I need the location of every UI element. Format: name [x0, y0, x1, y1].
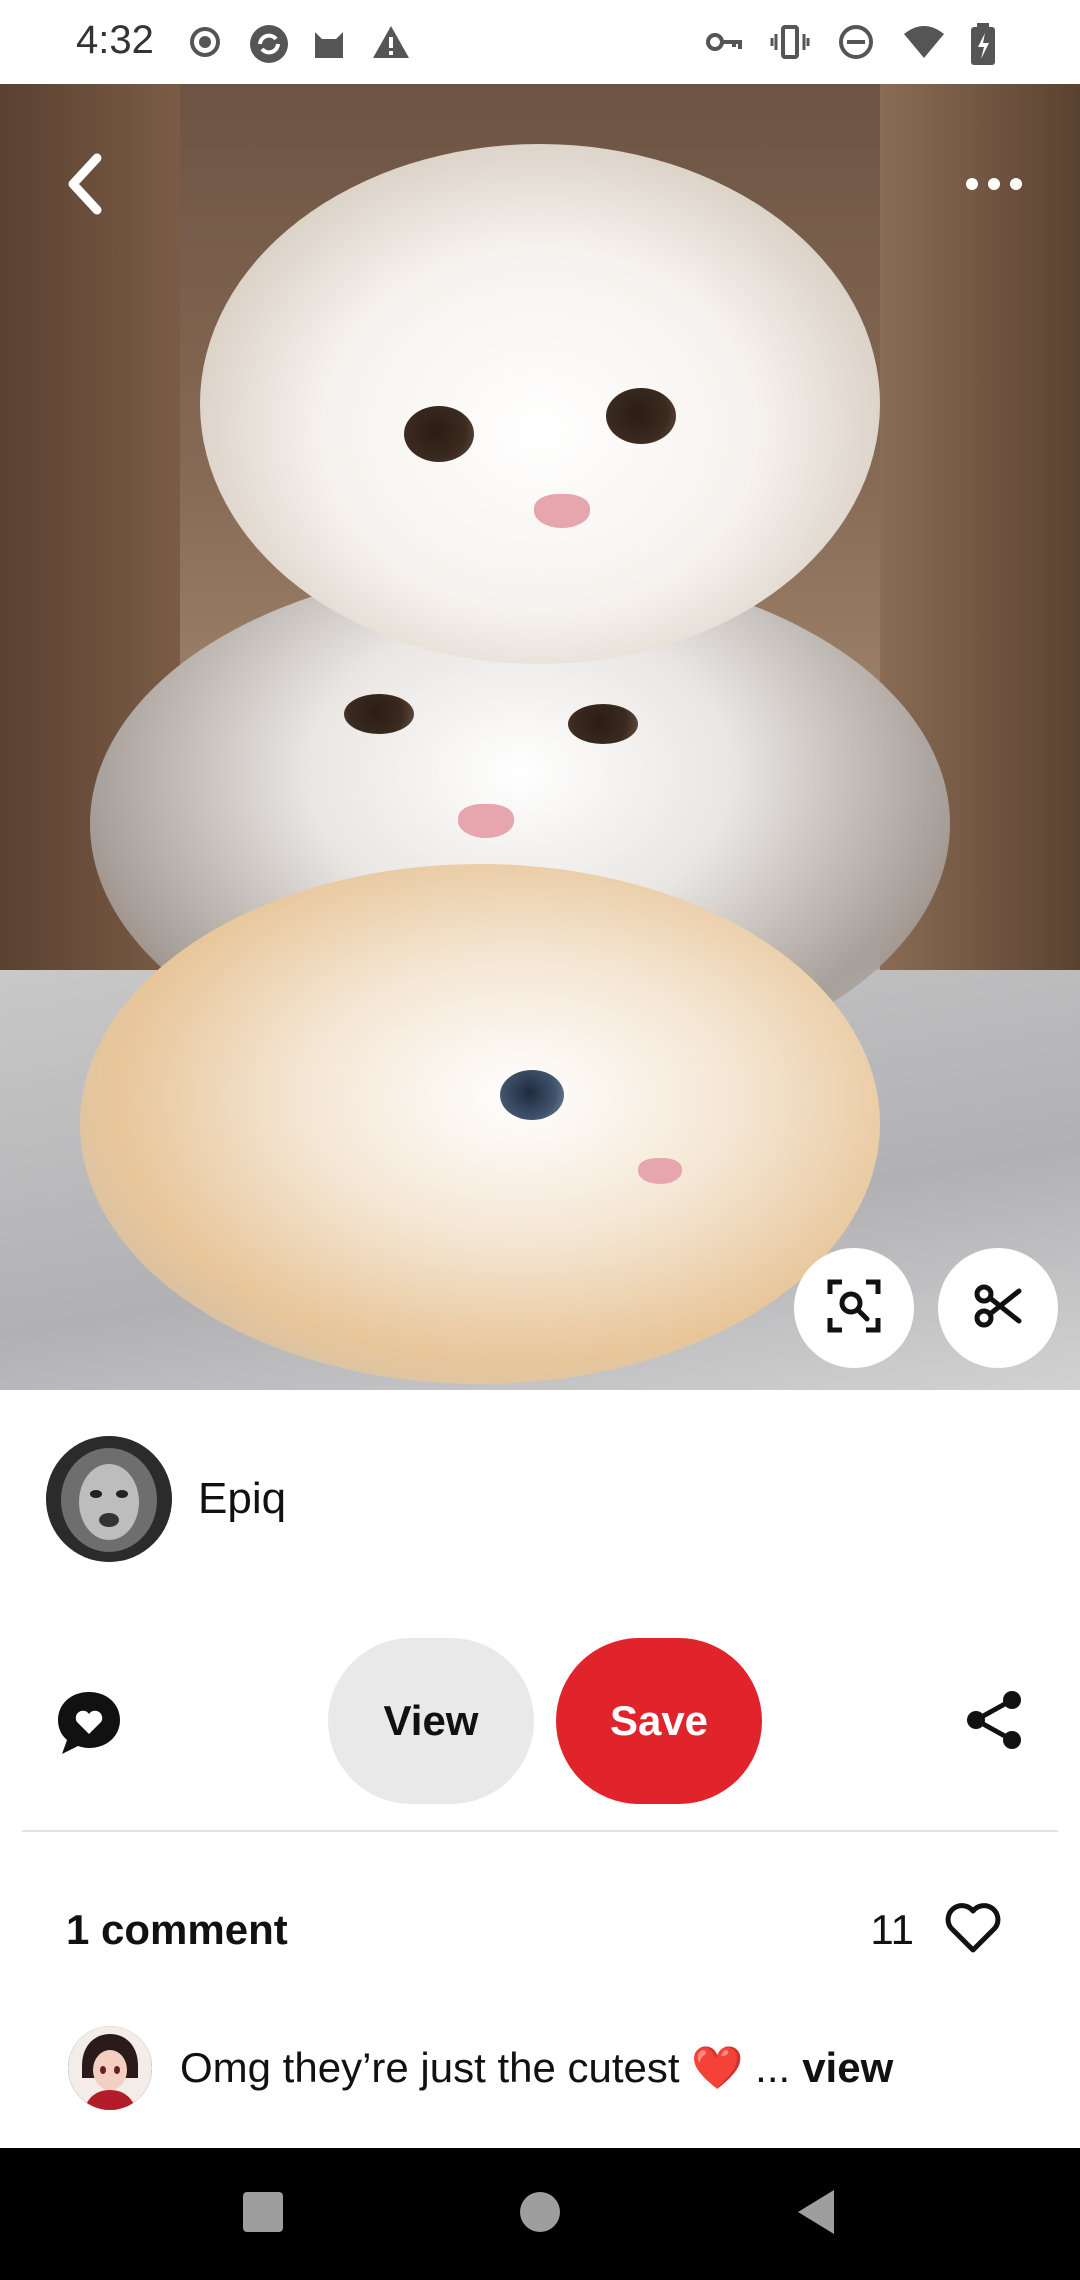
top-cat-nose: [534, 494, 590, 528]
chevron-left-icon: [61, 152, 111, 221]
likes: 11: [870, 1900, 1002, 1960]
visual-search-button[interactable]: [794, 1248, 914, 1368]
status-left-icons: [185, 18, 411, 66]
bottom-cat: [80, 864, 880, 1384]
status-right-icons: [704, 18, 1008, 66]
middle-cat-nose: [458, 804, 514, 838]
commenter-avatar[interactable]: [68, 2026, 152, 2110]
top-cat: [200, 144, 880, 664]
view-button[interactable]: View: [328, 1638, 534, 1804]
middle-cat-left-eye: [344, 694, 414, 734]
save-button[interactable]: Save: [556, 1638, 762, 1804]
comments-header: 1 comment 11: [66, 1900, 1016, 1960]
top-cat-left-eye: [404, 406, 474, 462]
scissors-icon: [973, 1281, 1023, 1336]
status-bar: 4:32: [0, 0, 1080, 84]
action-row: View Save: [0, 1638, 1080, 1804]
warning-icon: [371, 22, 411, 62]
back-icon: [794, 2188, 838, 2241]
nav-back-button[interactable]: [786, 2184, 846, 2244]
more-options-button[interactable]: [952, 144, 1036, 228]
middle-cat-right-eye: [568, 704, 638, 744]
home-button[interactable]: [510, 2184, 570, 2244]
recents-icon: [241, 2190, 285, 2239]
home-icon: [518, 2190, 562, 2239]
do-not-disturb-icon: [836, 22, 876, 62]
bottom-cat-eye: [500, 1070, 564, 1120]
author-row[interactable]: Epiq: [46, 1436, 286, 1562]
recents-button[interactable]: [233, 2184, 293, 2244]
divider: [22, 1830, 1058, 1832]
heart-chat-icon: [54, 1692, 124, 1762]
bottom-cat-nose: [638, 1158, 682, 1184]
cat-app-icon: [309, 22, 349, 62]
record-icon: [185, 22, 225, 62]
share-icon: [962, 1691, 1026, 1756]
cat-stack-photo[interactable]: [0, 84, 1080, 1390]
view-comment-link[interactable]: view: [802, 2044, 893, 2092]
battery-charging-icon: [968, 22, 1008, 65]
more-horizontal-icon: [964, 174, 1024, 199]
back-button[interactable]: [44, 144, 128, 228]
navigation-bar: [0, 2148, 1080, 2280]
heart-outline-icon[interactable]: [944, 1902, 1002, 1959]
lion-avatar[interactable]: [46, 1436, 172, 1562]
visual-search-icon: [826, 1278, 882, 1339]
comment-button[interactable]: [54, 1688, 124, 1758]
vibrate-icon: [770, 22, 810, 62]
status-time: 4:32: [76, 18, 154, 62]
comment-item[interactable]: Omg they’re just the cutest ❤️ ... view: [68, 2026, 1048, 2110]
comment-text: Omg they’re just the cutest ❤️ ...: [180, 2043, 791, 2091]
top-cat-right-eye: [606, 388, 676, 444]
sync-icon: [247, 22, 288, 63]
comment-count[interactable]: 1 comment: [66, 1906, 288, 1954]
wifi-icon: [902, 22, 944, 62]
vpn-key-icon: [704, 22, 744, 62]
author-name[interactable]: Epiq: [198, 1474, 286, 1524]
share-button[interactable]: [962, 1688, 1026, 1752]
like-count: 11: [870, 1906, 914, 1953]
cutout-button[interactable]: [938, 1248, 1058, 1368]
